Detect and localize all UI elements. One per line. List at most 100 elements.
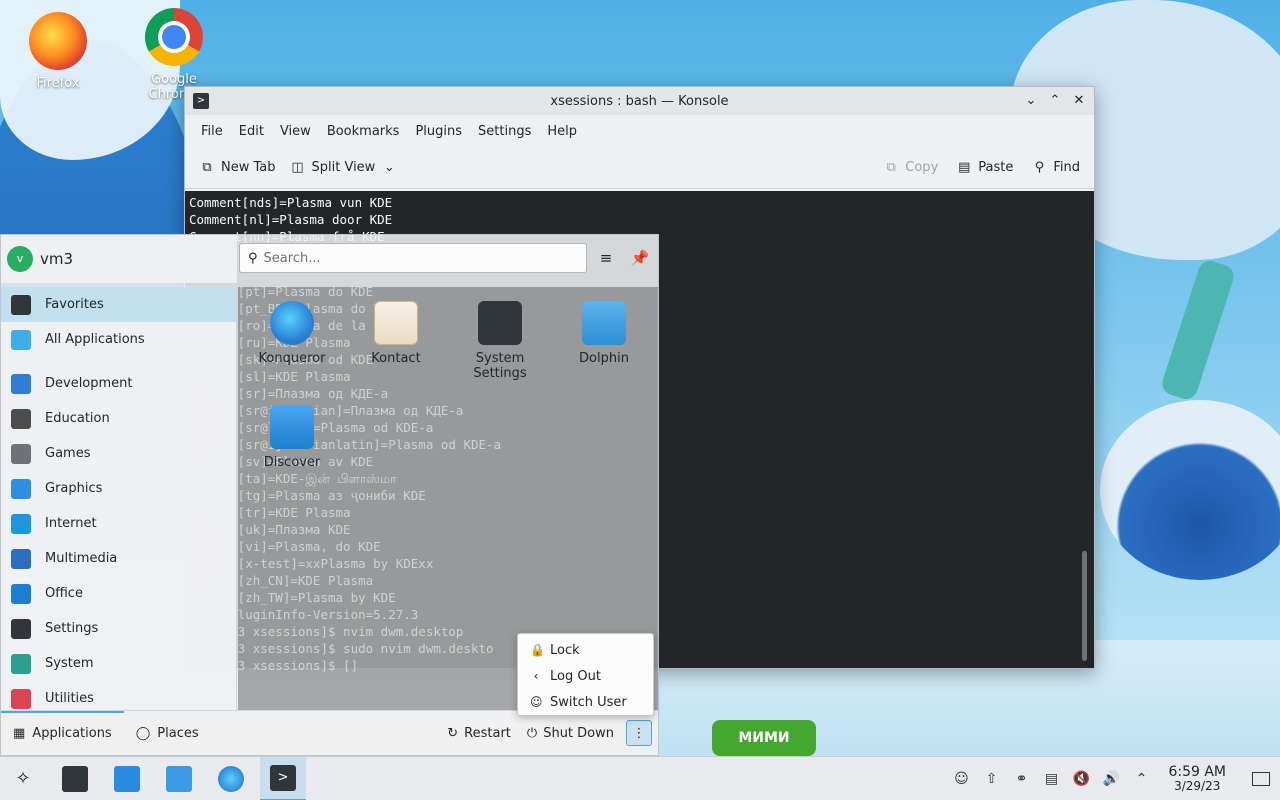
- discover-icon: [114, 765, 140, 792]
- sidebar-item-all-applications[interactable]: All Applications: [1, 322, 236, 357]
- app-label: System Settings: [473, 351, 527, 381]
- konqueror-icon: [218, 765, 244, 792]
- sidebar-item-education[interactable]: Education: [1, 401, 236, 436]
- sidebar-item-office[interactable]: Office: [1, 576, 236, 611]
- new-tab-button[interactable]: ⧉ New Tab: [199, 159, 275, 176]
- menu-item-log-out[interactable]: ‹ Log Out: [518, 663, 653, 689]
- task-konsole[interactable]: >: [260, 756, 306, 800]
- menu-file[interactable]: File: [195, 120, 229, 143]
- chevron-down-icon: ⌄: [383, 159, 395, 175]
- sidebar-item-settings[interactable]: Settings: [1, 611, 236, 646]
- sidebar-item-graphics[interactable]: Graphics: [1, 471, 236, 506]
- sidebar-item-multimedia[interactable]: Multimedia: [1, 541, 236, 576]
- menu-plugins[interactable]: Plugins: [409, 120, 468, 143]
- window-title: xsessions : bash — Konsole: [550, 93, 729, 109]
- app-kontact[interactable]: Kontact: [346, 301, 446, 366]
- pin-icon[interactable]: 📌: [629, 247, 651, 269]
- user-icon[interactable]: ☺: [952, 770, 970, 788]
- app-label: Dolphin: [579, 351, 629, 366]
- sidebar-item-label: Education: [45, 411, 110, 426]
- app-label: Kontact: [371, 351, 421, 366]
- app-konqueror[interactable]: Konqueror: [242, 301, 342, 366]
- system-icon: [11, 653, 31, 674]
- firefox-icon: [29, 12, 87, 70]
- grid-icon: [11, 329, 31, 350]
- app-discover[interactable]: Discover: [242, 405, 342, 470]
- office-icon: [11, 583, 31, 604]
- find-button[interactable]: ⚲ Find: [1031, 160, 1080, 176]
- sidebar-item-games[interactable]: Games: [1, 436, 236, 471]
- chevron-left-icon: ‹: [533, 669, 539, 683]
- restart-button[interactable]: ↻ Restart: [439, 711, 519, 756]
- find-label: Find: [1053, 160, 1080, 175]
- taskbar: ✧ > ☺ ⇧ ⚭ ▤ 🔇 🔊 ⌃ 6:59 AM 3/29/23: [0, 756, 1280, 800]
- app-system-settings[interactable]: System Settings: [450, 301, 550, 381]
- volume-icon[interactable]: 🔊: [1102, 770, 1120, 788]
- new-tab-icon: ⧉: [202, 159, 212, 175]
- category-sidebar: Favorites All Applications Development Educ…: [1, 287, 237, 710]
- task-dolphin[interactable]: [156, 757, 202, 800]
- clock-time: 6:59 AM: [1168, 763, 1226, 780]
- clock-date: 3/29/23: [1174, 778, 1221, 793]
- clipboard-icon[interactable]: ▤: [1042, 770, 1060, 788]
- menu-item-lock[interactable]: 🔒 Lock: [518, 637, 653, 663]
- menu-item-label: Lock: [550, 642, 580, 658]
- power-icon: ⏻: [526, 725, 538, 741]
- user-header[interactable]: v vm3: [1, 235, 237, 283]
- split-view-button[interactable]: ◫ Split View ⌄: [290, 160, 398, 176]
- search-input[interactable]: [263, 250, 564, 266]
- sidebar-item-label: Development: [45, 376, 133, 391]
- paste-icon: ▤: [958, 159, 971, 175]
- avatar[interactable]: v: [7, 246, 33, 272]
- launcher-footer: ▦ Applications ◯ Places ↻ Restart ⏻ Shut…: [1, 710, 658, 755]
- app-label: Discover: [263, 455, 321, 470]
- application-launcher-button[interactable]: ✧: [0, 757, 46, 800]
- clock[interactable]: 6:59 AM 3/29/23: [1168, 765, 1226, 793]
- copy-icon: ⧉: [886, 159, 896, 175]
- menu-item-switch-user[interactable]: ☺ Switch User: [518, 689, 653, 715]
- task-system-settings[interactable]: [52, 757, 98, 800]
- menu-view[interactable]: View: [274, 120, 317, 143]
- konsole-app-icon[interactable]: >: [193, 93, 209, 109]
- copy-button[interactable]: ⧉ Copy: [883, 159, 939, 176]
- maximize-icon[interactable]: ⌃: [1048, 93, 1062, 109]
- tab-applications[interactable]: ▦ Applications: [1, 710, 124, 756]
- menu-bookmarks[interactable]: Bookmarks: [321, 120, 406, 143]
- audio-muted-icon[interactable]: 🔇: [1072, 770, 1090, 788]
- app-dolphin[interactable]: Dolphin: [554, 301, 654, 366]
- close-icon[interactable]: ✕: [1072, 93, 1086, 109]
- sidebar-item-favorites[interactable]: Favorites: [1, 287, 236, 322]
- paste-button[interactable]: ▤ Paste: [956, 160, 1013, 176]
- show-desktop-button[interactable]: [1252, 771, 1270, 786]
- more-power-options-button[interactable]: ⋮: [626, 720, 652, 746]
- configure-icon[interactable]: ≡: [595, 247, 617, 269]
- tab-places[interactable]: ◯ Places: [124, 711, 211, 756]
- sidebar-item-system[interactable]: System: [1, 646, 236, 681]
- sidebar-item-label: Favorites: [45, 297, 104, 312]
- sidebar-item-label: Office: [45, 586, 83, 601]
- sidebar-item-label: Settings: [45, 621, 99, 636]
- shut-down-button[interactable]: ⏻ Shut Down: [519, 711, 622, 756]
- terminal-scrollbar[interactable]: [1082, 551, 1087, 661]
- sidebar-separator: [1, 357, 236, 366]
- menu-edit[interactable]: Edit: [233, 120, 270, 143]
- menu-help[interactable]: Help: [541, 120, 583, 143]
- sidebar-item-label: All Applications: [45, 332, 145, 347]
- shut-down-label: Shut Down: [543, 725, 614, 741]
- konsole-icon: >: [270, 764, 296, 791]
- updates-icon[interactable]: ⇧: [982, 770, 1000, 788]
- window-titlebar[interactable]: > xsessions : bash — Konsole ⌄ ⌃ ✕: [185, 87, 1094, 115]
- network-icon[interactable]: ⚭: [1012, 770, 1030, 788]
- chevron-down-icon[interactable]: ⌄: [1024, 93, 1038, 109]
- kontact-icon: [374, 301, 418, 345]
- chevron-up-icon[interactable]: ⌃: [1132, 770, 1150, 788]
- menu-settings[interactable]: Settings: [472, 120, 537, 143]
- task-discover[interactable]: [104, 757, 150, 800]
- desktop-icon-firefox[interactable]: Firefox: [8, 12, 108, 91]
- task-konqueror[interactable]: [208, 757, 254, 800]
- launcher-icon: ✧: [15, 768, 31, 789]
- terminal-line: Comment[nds]=Plasma vun KDE: [189, 195, 393, 210]
- sidebar-item-internet[interactable]: Internet: [1, 506, 236, 541]
- search-field[interactable]: ⚲: [239, 243, 587, 273]
- sidebar-item-development[interactable]: Development: [1, 366, 236, 401]
